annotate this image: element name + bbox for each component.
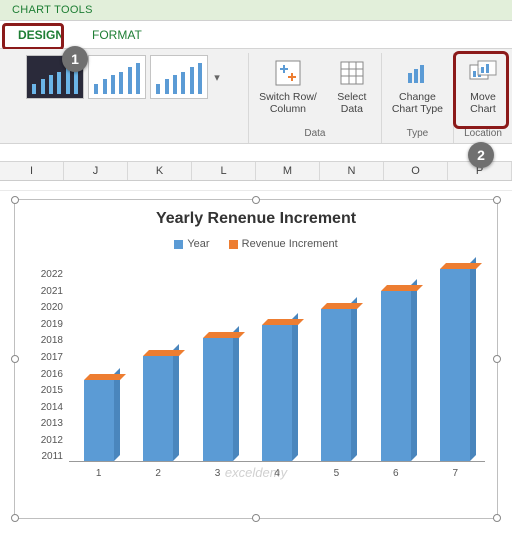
x-tick: 7 xyxy=(440,468,470,479)
chart-title[interactable]: Yearly Renenue Increment xyxy=(27,210,485,228)
data-group: Switch Row/ Column Select Data Data xyxy=(249,53,382,143)
tab-design[interactable]: DESIGN xyxy=(4,22,78,48)
ribbon-tabs: DESIGN FORMAT xyxy=(0,21,512,49)
resize-handle[interactable] xyxy=(493,196,501,204)
y-tick: 2013 xyxy=(27,418,67,435)
col-header[interactable]: L xyxy=(192,162,256,180)
x-tick: 5 xyxy=(321,468,351,479)
y-tick: 2011 xyxy=(27,451,67,468)
col-header[interactable]: K xyxy=(128,162,192,180)
y-tick: 2012 xyxy=(27,435,67,452)
resize-handle[interactable] xyxy=(11,355,19,363)
x-tick: 4 xyxy=(262,468,292,479)
y-tick: 2022 xyxy=(27,269,67,286)
resize-handle[interactable] xyxy=(493,514,501,522)
chart-plot-area[interactable]: 2011201220132014201520162017201820192020… xyxy=(69,262,485,462)
move-chart-button[interactable]: Move Chart xyxy=(458,55,508,117)
select-data-button[interactable]: Select Data xyxy=(327,55,377,117)
move-chart-icon xyxy=(467,57,499,89)
data-group-label: Data xyxy=(304,126,325,141)
resize-handle[interactable] xyxy=(11,196,19,204)
tab-format[interactable]: FORMAT xyxy=(78,22,156,48)
col-header[interactable]: N xyxy=(320,162,384,180)
chart-legend[interactable]: Year Revenue Increment xyxy=(27,238,485,250)
x-tick: 1 xyxy=(84,468,114,479)
annotation-badge-1: 1 xyxy=(62,46,88,72)
chart-style-3[interactable] xyxy=(150,55,208,99)
resize-handle[interactable] xyxy=(493,355,501,363)
x-tick: 2 xyxy=(143,468,173,479)
chart-styles-group: ▾ xyxy=(0,53,249,143)
chart-styles-label xyxy=(123,126,126,141)
x-tick: 3 xyxy=(203,468,233,479)
y-tick: 2017 xyxy=(27,352,67,369)
type-group-label: Type xyxy=(407,126,429,141)
type-group: Change Chart Type Type xyxy=(382,53,454,143)
y-axis: 2011201220132014201520162017201820192020… xyxy=(27,262,67,461)
legend-swatch-year xyxy=(174,240,183,249)
select-data-icon xyxy=(336,57,368,89)
y-tick: 2019 xyxy=(27,319,67,336)
location-group-label: Location xyxy=(464,126,502,141)
resize-handle[interactable] xyxy=(11,514,19,522)
formula-bar[interactable] xyxy=(0,144,512,162)
annotation-badge-2: 2 xyxy=(468,142,494,168)
resize-handle[interactable] xyxy=(252,196,260,204)
chart-tools-header: CHART TOOLS xyxy=(0,0,512,21)
resize-handle[interactable] xyxy=(252,514,260,522)
change-chart-type-icon xyxy=(401,57,433,89)
bar[interactable] xyxy=(262,325,292,461)
x-tick: 6 xyxy=(381,468,411,479)
bar[interactable] xyxy=(143,356,173,461)
embedded-chart[interactable]: Yearly Renenue Increment Year Revenue In… xyxy=(14,199,498,519)
grid-row xyxy=(0,181,512,191)
legend-swatch-revenue xyxy=(229,240,238,249)
location-group: Move Chart Location xyxy=(454,53,512,143)
styles-more-icon[interactable]: ▾ xyxy=(212,71,222,84)
col-header[interactable]: M xyxy=(256,162,320,180)
bar[interactable] xyxy=(321,309,351,461)
switch-row-icon xyxy=(272,57,304,89)
bar[interactable] xyxy=(84,380,114,461)
switch-row-column-button[interactable]: Switch Row/ Column xyxy=(253,55,323,117)
chart-style-2[interactable] xyxy=(88,55,146,99)
bar[interactable] xyxy=(381,291,411,461)
col-header[interactable]: O xyxy=(384,162,448,180)
y-tick: 2014 xyxy=(27,402,67,419)
y-tick: 2021 xyxy=(27,286,67,303)
change-chart-type-button[interactable]: Change Chart Type xyxy=(386,55,449,117)
col-header[interactable]: J xyxy=(64,162,128,180)
y-tick: 2016 xyxy=(27,369,67,386)
y-tick: 2020 xyxy=(27,302,67,319)
column-headers: I J K L M N O P xyxy=(0,162,512,181)
bar[interactable] xyxy=(440,269,470,461)
bar[interactable] xyxy=(203,338,233,461)
y-tick: 2018 xyxy=(27,335,67,352)
x-axis-labels: 1 2 3 4 5 6 7 xyxy=(69,468,485,479)
col-header[interactable]: I xyxy=(0,162,64,180)
y-tick: 2015 xyxy=(27,385,67,402)
